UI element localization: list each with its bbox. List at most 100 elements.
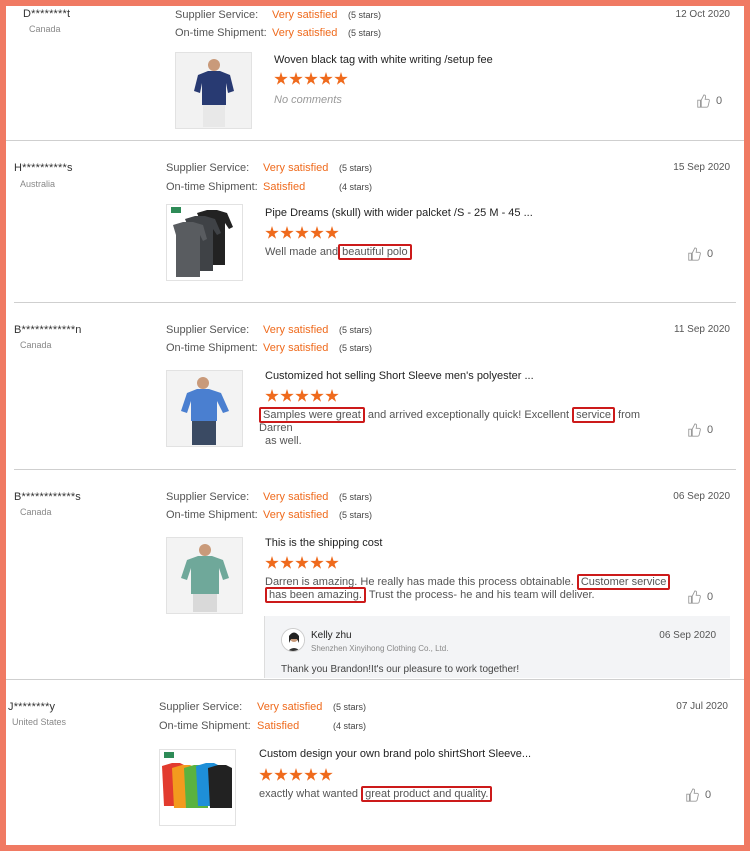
supplier-service-stars: (5 stars) [333, 702, 367, 712]
ontime-shipment-rating: On-time Shipment: Satisfied (4 stars) [166, 181, 372, 193]
review-stars [259, 768, 333, 782]
star-icon [265, 556, 279, 569]
reviewer-name: D********t [23, 8, 71, 20]
like-button[interactable]: 0 [687, 247, 713, 261]
ontime-shipment-stars: (5 stars) [348, 28, 382, 38]
star-icon [325, 389, 339, 402]
ontime-shipment-rating: On-time Shipment: Very satisfied (5 stars) [166, 509, 372, 521]
ontime-shipment-stars: (4 stars) [339, 182, 373, 192]
supplier-service-label: Supplier Service: [166, 162, 250, 174]
review-date: 15 Sep 2020 [673, 162, 730, 173]
comment-text: Trust the process- he and his team will … [368, 589, 595, 601]
review-date: 06 Sep 2020 [673, 491, 730, 502]
review-date: 12 Oct 2020 [675, 9, 730, 20]
reviewer-country: Canada [20, 507, 52, 517]
ontime-shipment-stars: (5 stars) [339, 343, 373, 353]
review-date: 07 Jul 2020 [676, 701, 728, 712]
reviews-panel: D********t Canada Supplier Service: Very … [6, 6, 744, 845]
product-title[interactable]: Woven black tag with white writing /setu… [274, 54, 493, 66]
supplier-service-rating: Supplier Service: Very satisfied (5 stars) [166, 491, 372, 503]
like-button[interactable]: 0 [696, 94, 722, 108]
supplier-service-value: Very satisfied [263, 162, 329, 174]
review-item: D********t Canada Supplier Service: Very … [6, 6, 744, 140]
star-icon [289, 768, 303, 781]
review-comment: Samples were great and arrived exception… [259, 407, 659, 448]
product-title[interactable]: Customized hot selling Short Sleeve men'… [265, 370, 534, 382]
supplier-service-value: Very satisfied [272, 9, 338, 21]
review-comment: exactly what wanted great product and qu… [259, 786, 493, 802]
reply-text: Thank you Brandon!It's our pleasure to w… [281, 664, 520, 675]
reviewer-country: Canada [29, 24, 61, 34]
reply-author-name: Kelly zhu [311, 630, 352, 641]
reply-company: Shenzhen Xinyihong Clothing Co., Ltd. [311, 644, 449, 653]
supplier-reply: Kelly zhu Shenzhen Xinyihong Clothing Co… [264, 616, 730, 678]
reply-date: 06 Sep 2020 [659, 630, 716, 641]
product-thumbnail[interactable] [175, 52, 252, 129]
star-icon [325, 556, 339, 569]
like-count: 0 [716, 95, 723, 107]
like-count: 0 [705, 789, 712, 801]
supplier-service-label: Supplier Service: [166, 324, 250, 336]
star-icon [295, 226, 309, 239]
like-count: 0 [707, 424, 714, 436]
colorful-polo-group-image [160, 750, 235, 825]
like-button[interactable]: 0 [685, 788, 711, 802]
comment-highlight: Customer service [576, 574, 671, 590]
like-button[interactable]: 0 [687, 590, 713, 604]
star-icon [334, 72, 348, 85]
like-count: 0 [707, 248, 714, 260]
like-button[interactable]: 0 [687, 423, 713, 437]
star-icon [295, 389, 309, 402]
review-item: B************n Canada Supplier Service: V… [6, 303, 744, 469]
supplier-service-label: Supplier Service: [159, 701, 243, 713]
comment-highlight: service [572, 407, 615, 423]
supplier-service-rating: Supplier Service: Very satisfied (5 stars) [166, 324, 372, 336]
avatar [281, 628, 305, 652]
reviewer-name: J********y [8, 701, 56, 713]
product-thumbnail[interactable] [166, 204, 243, 281]
supplier-service-rating: Supplier Service: Very satisfied (5 stars) [175, 9, 381, 21]
supplier-service-stars: (5 stars) [348, 10, 382, 20]
comment-text: and arrived exceptionally quick! Excelle… [367, 409, 570, 421]
product-title[interactable]: Custom design your own brand polo shirtS… [259, 748, 531, 760]
ontime-shipment-label: On-time Shipment: [166, 181, 258, 193]
product-thumbnail[interactable] [166, 370, 243, 447]
comment-highlight: has been amazing. [265, 587, 366, 603]
ontime-shipment-value: Very satisfied [272, 27, 338, 39]
thumbs-up-icon [688, 247, 701, 261]
supplier-service-stars: (5 stars) [339, 163, 373, 173]
thumbs-up-icon [688, 423, 701, 437]
reviewer-name: H**********s [14, 162, 73, 174]
comment-text: Well made and [265, 246, 339, 258]
star-icon [319, 72, 333, 85]
supplier-service-label: Supplier Service: [166, 491, 250, 503]
star-icon [259, 768, 273, 781]
thumbs-up-icon [688, 590, 701, 604]
product-thumbnail[interactable] [166, 537, 243, 614]
comment-text: exactly what wanted [259, 788, 359, 800]
comment-text: as well. [265, 435, 302, 447]
product-title[interactable]: Pipe Dreams (skull) with wider palcket /… [265, 207, 533, 219]
ontime-shipment-rating: On-time Shipment: Very satisfied (5 stars) [175, 27, 381, 39]
avatar-icon [282, 629, 304, 651]
ontime-shipment-label: On-time Shipment: [175, 27, 267, 39]
ontime-shipment-label: On-time Shipment: [166, 342, 258, 354]
review-comment: No comments [274, 94, 342, 106]
ontime-shipment-rating: On-time Shipment: Satisfied (4 stars) [159, 720, 366, 732]
supplier-service-label: Supplier Service: [175, 9, 259, 21]
ontime-shipment-label: On-time Shipment: [166, 509, 258, 521]
star-icon [310, 389, 324, 402]
thumbs-up-icon [686, 788, 699, 802]
ontime-shipment-value: Satisfied [257, 720, 300, 732]
star-icon [274, 72, 288, 85]
supplier-service-value: Very satisfied [263, 491, 329, 503]
comment-highlight: Samples were great [259, 407, 365, 423]
product-title[interactable]: This is the shipping cost [265, 537, 382, 549]
review-stars [265, 226, 339, 240]
grey-polo-group-image [167, 205, 242, 280]
teal-polo-model-image [167, 538, 242, 613]
supplier-service-stars: (5 stars) [339, 325, 373, 335]
ontime-shipment-label: On-time Shipment: [159, 720, 251, 732]
product-thumbnail[interactable] [159, 749, 236, 826]
ontime-shipment-value: Very satisfied [263, 342, 329, 354]
